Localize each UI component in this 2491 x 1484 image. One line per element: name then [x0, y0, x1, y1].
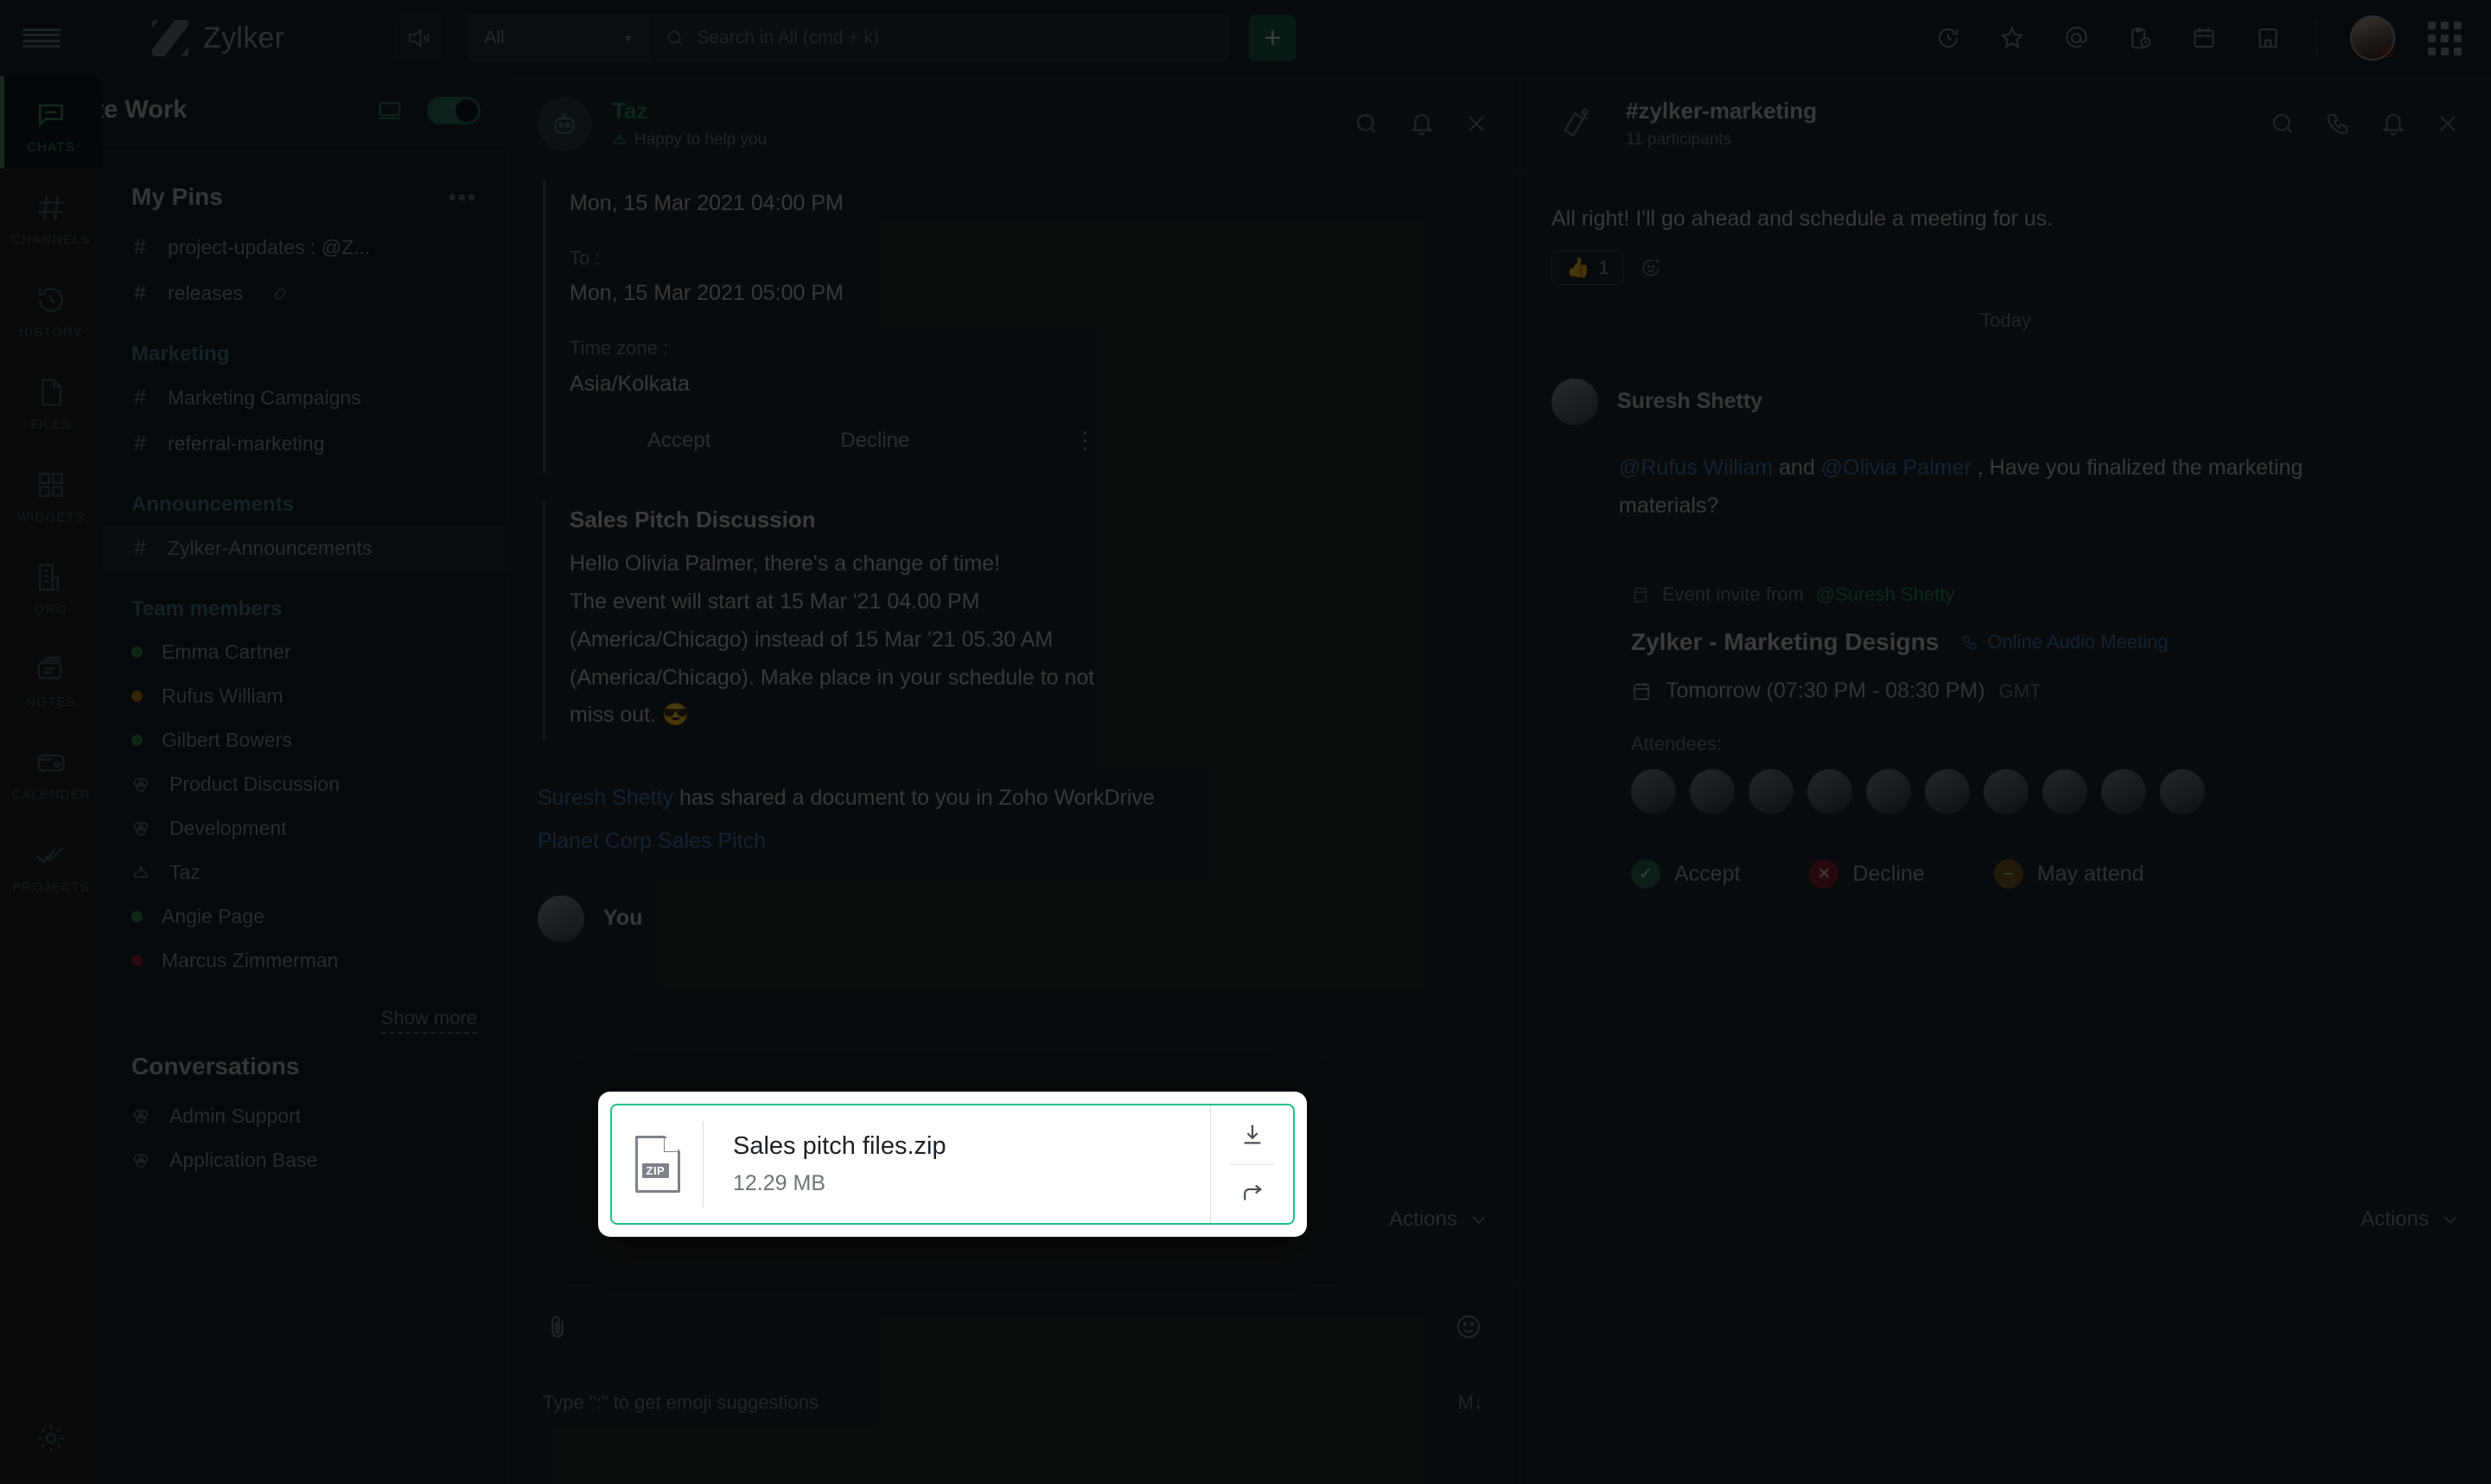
file-type-badge: ZIP	[641, 1163, 670, 1178]
modal-backdrop[interactable]	[0, 0, 2491, 1484]
zip-file-icon: ZIP	[634, 1136, 680, 1193]
file-size: 12.29 MB	[733, 1171, 826, 1195]
file-actions	[1210, 1105, 1293, 1223]
file-name: Sales pitch files.zip	[733, 1132, 946, 1160]
file-icon-wrapper: ZIP	[612, 1121, 704, 1207]
file-preview-modal: ZIP Sales pitch files.zip 12.29 MB	[598, 1092, 1307, 1237]
forward-arrow-icon	[1239, 1181, 1265, 1207]
file-meta: Sales pitch files.zip 12.29 MB	[704, 1105, 1210, 1223]
download-button[interactable]	[1211, 1105, 1293, 1164]
download-icon	[1239, 1122, 1265, 1148]
file-card[interactable]: ZIP Sales pitch files.zip 12.29 MB	[610, 1104, 1295, 1225]
forward-button[interactable]	[1211, 1165, 1293, 1224]
app-window: Zylker All ▼ Search in All (cmd + k) +	[0, 0, 2491, 1484]
